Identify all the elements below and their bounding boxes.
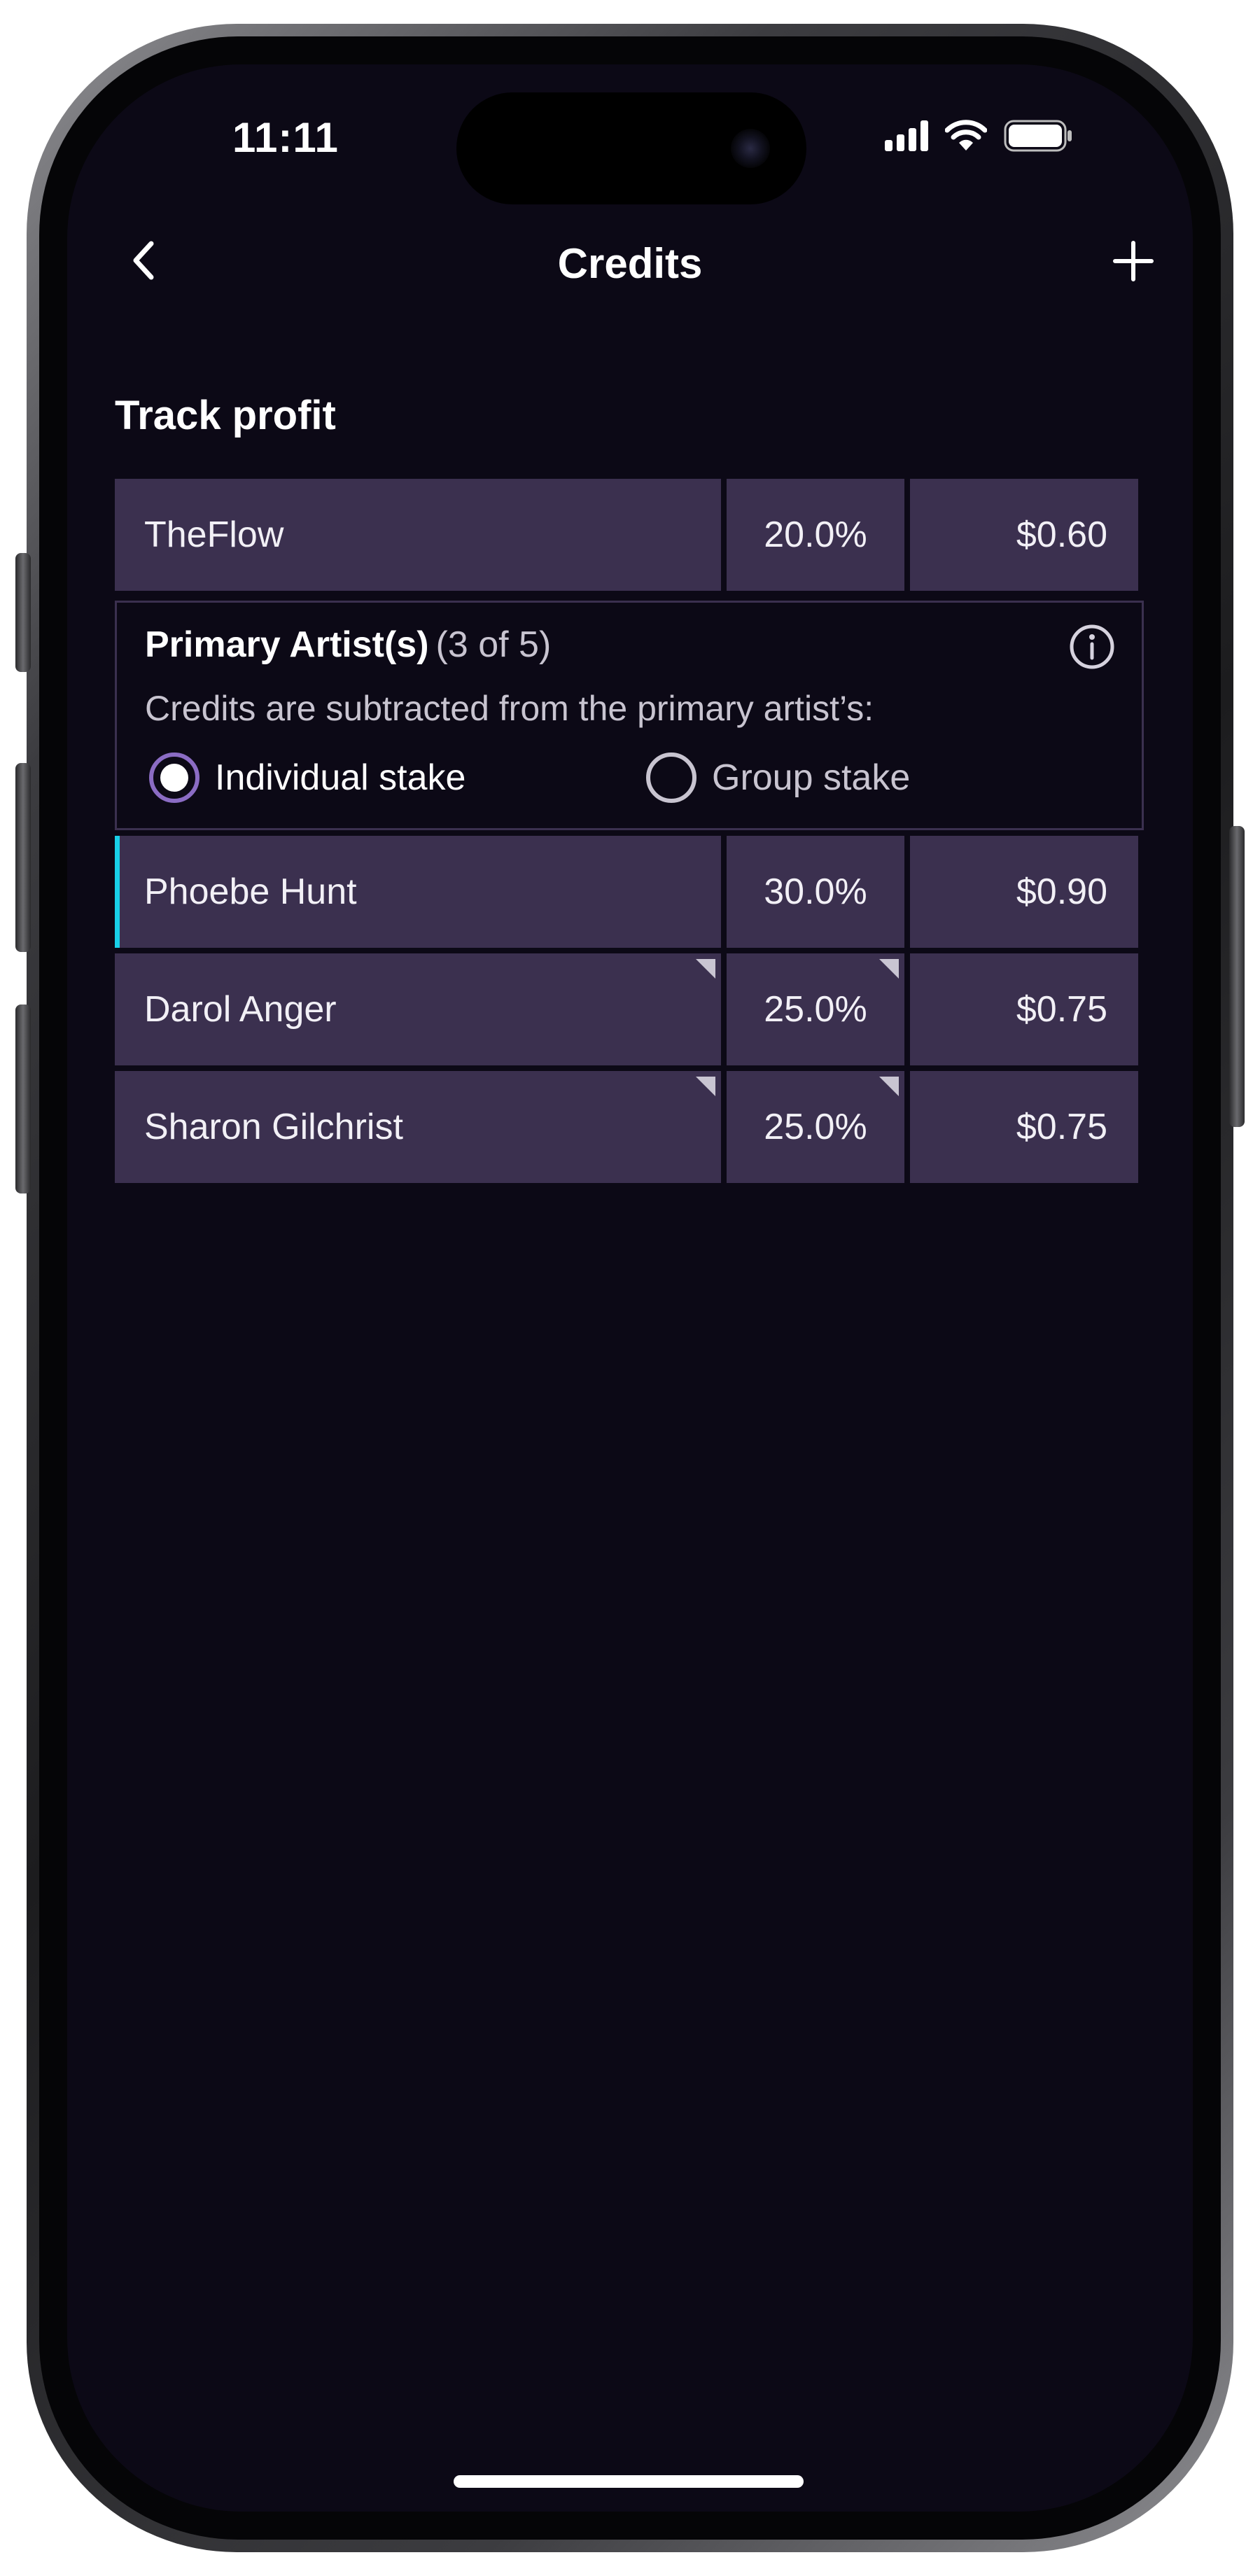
artist-row[interactable]: Sharon Gilchrist 25.0% $0.75 <box>115 1071 1144 1183</box>
owner-amount: $0.60 <box>910 479 1138 591</box>
volume-up-button <box>15 763 31 952</box>
primary-artists-description: Credits are subtracted from the primary … <box>145 689 874 728</box>
section-title: Track profit <box>115 393 336 438</box>
plus-icon <box>1113 241 1154 281</box>
primary-artists-label: Primary Artist(s) <box>145 624 429 665</box>
corner-indicator-icon <box>879 1077 899 1096</box>
artist-row[interactable]: Phoebe Hunt 30.0% $0.90 <box>115 836 1144 948</box>
individual-stake-label: Individual stake <box>215 757 466 798</box>
artist-name: Phoebe Hunt <box>115 836 721 948</box>
owner-percent[interactable]: 20.0% <box>727 479 904 591</box>
group-stake-option[interactable]: Group stake <box>646 750 910 806</box>
artist-amount: $0.90 <box>910 836 1138 948</box>
front-camera-icon <box>731 129 770 168</box>
status-icons <box>885 118 1074 154</box>
info-circle-icon <box>1070 624 1114 669</box>
home-indicator[interactable] <box>454 2475 804 2488</box>
radio-selected-icon[interactable] <box>149 752 200 803</box>
primary-artists-heading: Primary Artist(s) (3 of 5) <box>145 624 551 666</box>
power-button <box>1229 826 1245 1127</box>
owner-row[interactable]: TheFlow 20.0% $0.60 <box>115 479 1144 591</box>
artist-percent[interactable]: 30.0% <box>727 836 904 948</box>
cellular-signal-icon <box>885 120 928 151</box>
artist-name-text: Darol Anger <box>144 989 337 1030</box>
individual-stake-option[interactable]: Individual stake <box>149 750 465 806</box>
artist-name-text: Sharon Gilchrist <box>144 1107 403 1147</box>
battery-icon <box>1004 120 1072 152</box>
primary-artists-panel: Primary Artist(s) (3 of 5) Credits are su… <box>115 601 1144 830</box>
page-title: Credits <box>557 240 703 287</box>
artist-percent[interactable]: 25.0% <box>727 953 904 1065</box>
artist-amount: $0.75 <box>910 1071 1138 1183</box>
artist-percent-text: 25.0% <box>764 989 867 1030</box>
corner-indicator-icon <box>879 959 899 979</box>
info-button[interactable] <box>1069 624 1115 670</box>
add-credit-button[interactable] <box>1102 230 1165 293</box>
screen: 11:11 Credits Track profit TheFlow 20.0%… <box>67 64 1193 2512</box>
corner-indicator-icon <box>696 1077 715 1096</box>
action-button <box>15 553 31 672</box>
dynamic-island <box>456 92 806 204</box>
group-stake-label: Group stake <box>712 757 911 798</box>
artist-percent-text: 25.0% <box>764 1107 867 1147</box>
artist-percent[interactable]: 25.0% <box>727 1071 904 1183</box>
artist-row[interactable]: Darol Anger 25.0% $0.75 <box>115 953 1144 1065</box>
owner-name: TheFlow <box>115 479 721 591</box>
corner-indicator-icon <box>696 959 715 979</box>
artist-amount: $0.75 <box>910 953 1138 1065</box>
wifi-icon <box>945 120 987 150</box>
artist-name: Sharon Gilchrist <box>115 1071 721 1183</box>
volume-down-button <box>15 1004 31 1194</box>
radio-unselected-icon[interactable] <box>646 752 696 803</box>
primary-artists-count: (3 of 5) <box>435 624 552 665</box>
status-time: 11:11 <box>232 114 339 161</box>
artist-name: Darol Anger <box>115 953 721 1065</box>
